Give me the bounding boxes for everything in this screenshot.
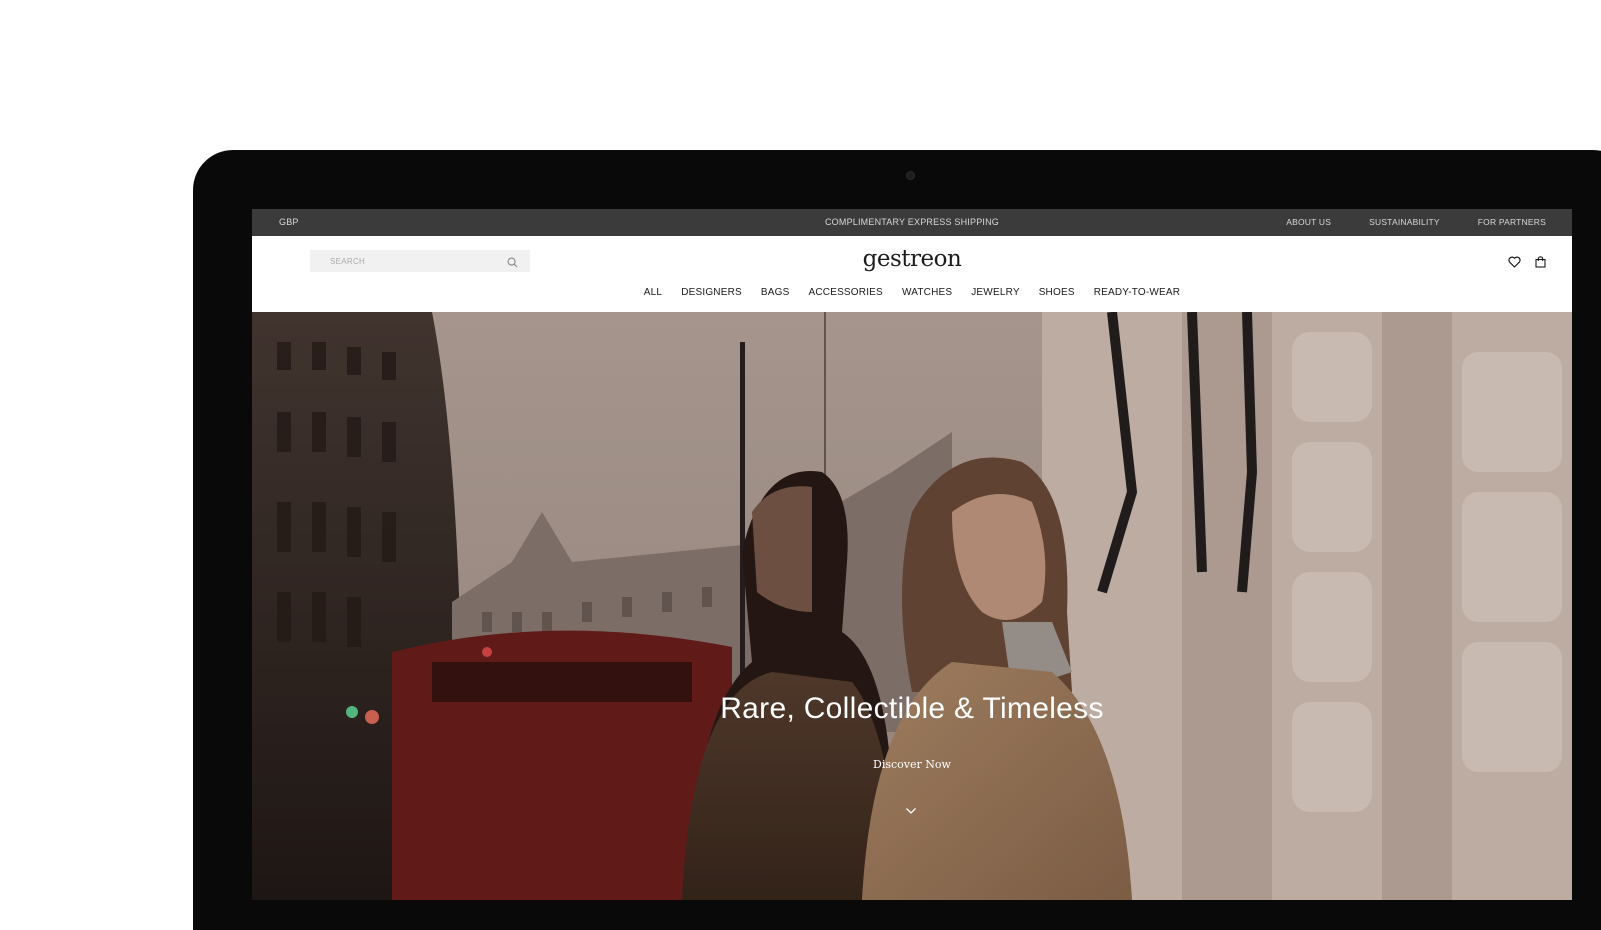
heart-icon[interactable] xyxy=(1508,255,1521,273)
hero-tagline: Rare, Collectible & Timeless xyxy=(720,692,1104,725)
site-header: gestreon ALL DESIGNERS BAGS ACCESSORIES … xyxy=(252,236,1572,312)
header-actions xyxy=(1508,255,1546,273)
announcement-bar: GBP COMPLIMENTARY EXPRESS SHIPPING ABOUT… xyxy=(252,209,1572,236)
sustainability-link[interactable]: SUSTAINABILITY xyxy=(1369,209,1440,236)
nav-item-accessories[interactable]: ACCESSORIES xyxy=(808,287,882,298)
discover-now-button[interactable]: Discover Now xyxy=(252,758,1572,771)
nav-item-ready-to-wear[interactable]: READY-TO-WEAR xyxy=(1094,287,1181,298)
hero-banner: Rare, Collectible & Timeless Discover No… xyxy=(252,312,1572,900)
chevron-down-icon[interactable] xyxy=(905,802,917,820)
nav-item-shoes[interactable]: SHOES xyxy=(1039,287,1075,298)
browser-viewport: GBP COMPLIMENTARY EXPRESS SHIPPING ABOUT… xyxy=(252,209,1572,900)
nav-item-designers[interactable]: DESIGNERS xyxy=(681,287,742,298)
shopping-bag-icon[interactable] xyxy=(1535,255,1546,273)
nav-item-bags[interactable]: BAGS xyxy=(761,287,790,298)
about-us-link[interactable]: ABOUT US xyxy=(1286,209,1331,236)
nav-item-jewelry[interactable]: JEWELRY xyxy=(971,287,1019,298)
webcam xyxy=(906,171,915,180)
main-navigation: ALL DESIGNERS BAGS ACCESSORIES WATCHES J… xyxy=(252,287,1572,298)
topbar-links: ABOUT US SUSTAINABILITY FOR PARTNERS xyxy=(1286,209,1546,236)
nav-item-watches[interactable]: WATCHES xyxy=(902,287,952,298)
nav-item-all[interactable]: ALL xyxy=(644,287,662,298)
site-logo[interactable]: gestreon xyxy=(252,246,1572,272)
for-partners-link[interactable]: FOR PARTNERS xyxy=(1478,209,1546,236)
